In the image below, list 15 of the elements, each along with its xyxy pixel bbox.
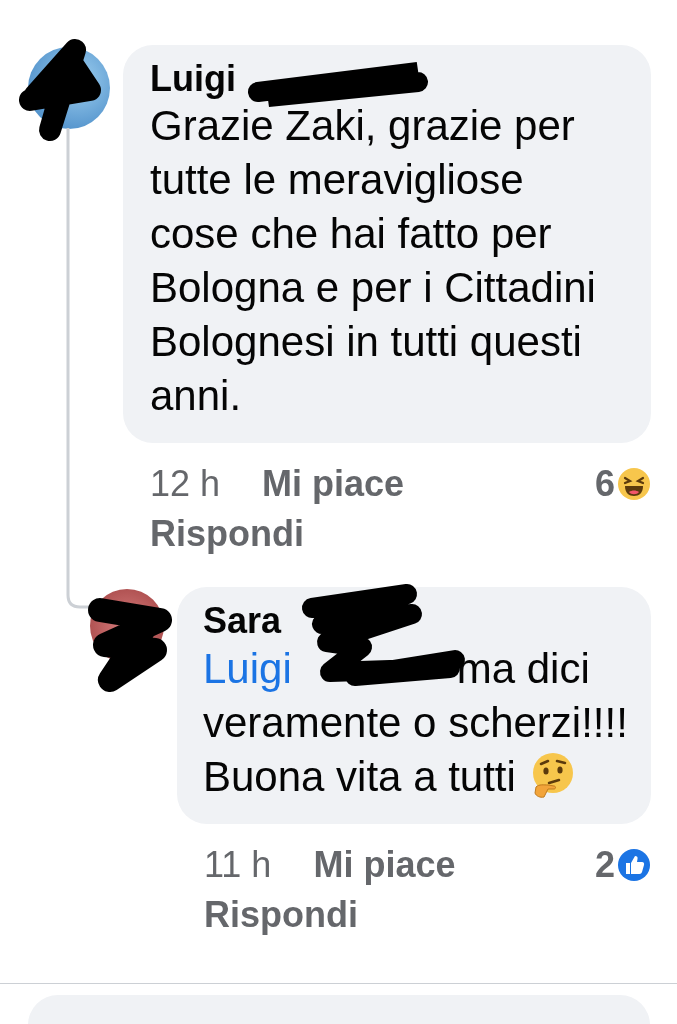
laughing-emoji-icon: [617, 467, 651, 501]
author-name[interactable]: Luigi: [150, 59, 618, 99]
like-link[interactable]: Mi piace: [262, 463, 405, 505]
comment-text: Grazie Zaki, grazie per tutte le meravigliose cose che hai fatto per Bologna e per i Cittadini Bolognesi in tutti questi anni.: [150, 101, 597, 421]
reaction-count[interactable]: 6: [594, 463, 615, 505]
reply-link[interactable]: Rispondi: [204, 894, 358, 935]
timestamp: 12 h: [150, 463, 221, 505]
comment-text: Luigi ma dici veramente o scherzi!!!! Buona vita a tutti: [203, 644, 629, 803]
like-link[interactable]: Mi piace: [313, 844, 456, 886]
reply-link[interactable]: Rispondi: [150, 513, 304, 554]
thumbs-up-icon: [617, 848, 651, 882]
timestamp: 11 h: [204, 844, 272, 886]
reaction-count[interactable]: 2: [594, 844, 615, 886]
mention-link[interactable]: Luigi: [203, 645, 292, 692]
author-name[interactable]: Sara: [203, 601, 633, 641]
